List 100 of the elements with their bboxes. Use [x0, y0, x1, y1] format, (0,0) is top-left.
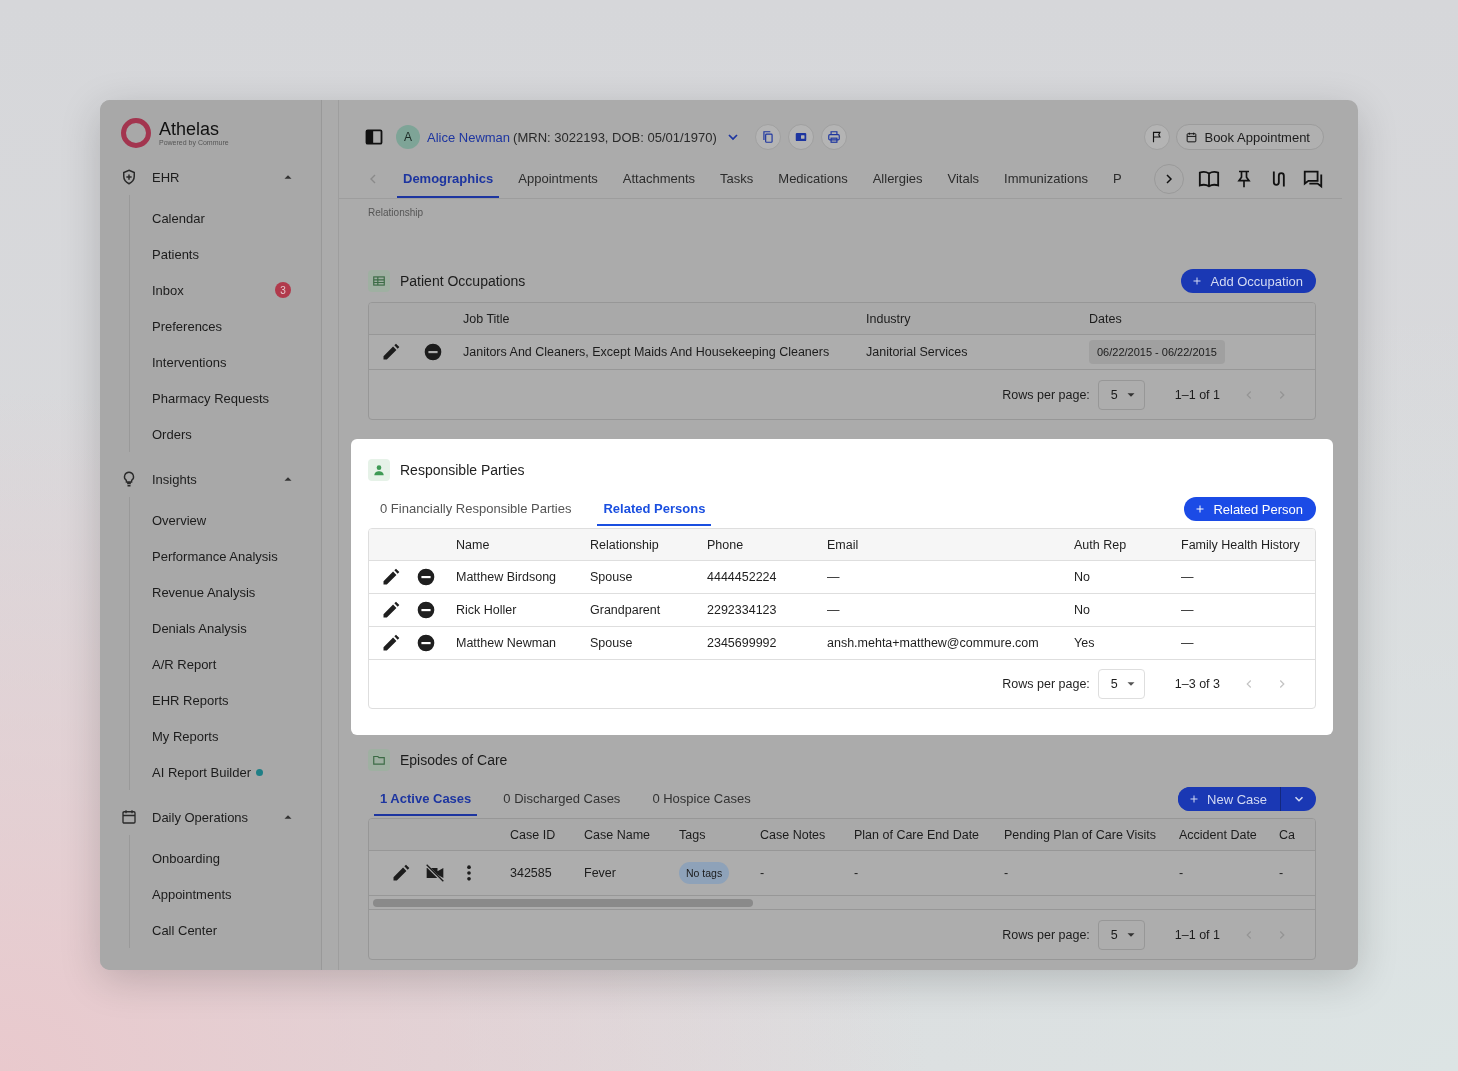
table-cell: Spouse [590, 570, 633, 584]
sidebar-item[interactable]: EHR Reports [130, 682, 321, 718]
record-tab[interactable]: Immunizations [998, 160, 1094, 198]
add-button[interactable]: Add Occupation [1181, 269, 1316, 293]
sidebar-item[interactable]: Performance Analysis [130, 538, 321, 574]
edit-icon[interactable] [391, 863, 411, 883]
edit-icon[interactable] [381, 567, 401, 587]
section-title: Patient Occupations [400, 273, 526, 289]
pin-icon[interactable] [1234, 169, 1254, 189]
table-cell: Janitors And Cleaners, Except Maids And Housekeeping Cleaners [463, 345, 830, 359]
sidebar-item[interactable]: Overview [130, 502, 321, 538]
column-header: Relationship [590, 537, 659, 552]
sidebar-item[interactable]: Pharmacy Requests [130, 380, 321, 416]
table-cell: - [854, 866, 859, 880]
book-icon[interactable] [1198, 168, 1220, 190]
table-cell: Fever [584, 866, 616, 880]
record-tab[interactable]: Allergies [866, 160, 929, 198]
table-cell: Grandparent [590, 603, 661, 617]
shield-icon [120, 168, 138, 186]
print-button[interactable] [820, 124, 847, 150]
sidebar-item[interactable]: Denials Analysis [130, 610, 321, 646]
edit-icon[interactable] [381, 633, 401, 653]
sidebar-item[interactable]: AI Report Builder [130, 754, 321, 790]
column-header: Dates [1089, 311, 1122, 326]
column-header: Case Name [584, 827, 650, 842]
sidebar-item[interactable]: Call Center [130, 912, 321, 948]
calendar-icon [1185, 130, 1199, 144]
sidebar-item[interactable]: Interventions [130, 344, 321, 380]
tag-chip: No tags [679, 862, 730, 884]
column-header: Phone [707, 537, 744, 552]
chat-icon[interactable] [1302, 168, 1324, 190]
table-cell: ansh.mehta+matthew@commure.com [827, 636, 1039, 650]
sidebar-section[interactable]: Daily Operations [100, 799, 321, 835]
table-cell: 2345699992 [707, 636, 777, 650]
edit-icon[interactable] [381, 342, 401, 362]
table-cell: 2292334123 [707, 603, 777, 617]
record-tab[interactable]: Vitals [941, 160, 986, 198]
camera-off-icon[interactable] [425, 863, 445, 883]
sidebar-item[interactable]: Orders [130, 416, 321, 452]
section-tab[interactable]: 0 Discharged Cases [497, 782, 627, 816]
copy-icon [760, 130, 775, 144]
flag-button[interactable] [1144, 124, 1171, 150]
page-range: 1–1 of 1 [1174, 387, 1220, 402]
sidebar-section[interactable]: Insights [100, 461, 321, 497]
rows-per-page-select[interactable]: 5 [1097, 379, 1145, 410]
column-header: Accident Date [1179, 827, 1257, 842]
sidebar-section[interactable]: EHR [100, 159, 321, 195]
section-tab[interactable]: 0 Financially Responsible Parties [374, 492, 578, 526]
sidebar-item[interactable]: Calendar [130, 200, 321, 236]
sidebar-toggle-icon[interactable] [364, 127, 384, 147]
sidebar-item[interactable]: Revenue Analysis [130, 574, 321, 610]
remove-icon[interactable] [423, 342, 443, 362]
record-tab[interactable]: Appointments [512, 160, 604, 198]
column-header: Plan of Care End Date [854, 827, 980, 842]
copy-button[interactable] [754, 124, 781, 150]
table-cell: 342585 [510, 866, 552, 880]
sidebar-item[interactable]: My Reports [130, 718, 321, 754]
table-cell: — [827, 603, 840, 617]
column-header: Email [827, 537, 859, 552]
rows-per-page-select[interactable]: 5 [1097, 919, 1145, 950]
patient-name-link[interactable]: Alice Newman [427, 129, 511, 145]
record-tab[interactable]: Medications [772, 160, 854, 198]
add-button[interactable]: Related Person [1184, 497, 1316, 521]
table-cell: Janitorial Services [866, 345, 968, 359]
wallet-button[interactable] [787, 124, 814, 150]
sidebar-item[interactable]: Onboarding [130, 840, 321, 876]
rows-per-page-select[interactable]: 5 [1097, 669, 1145, 699]
printer-icon [826, 130, 841, 144]
sidebar-item[interactable]: Preferences [130, 308, 321, 344]
column-header: Name [456, 537, 490, 552]
record-tab[interactable]: P [1106, 160, 1128, 198]
sidebar-item[interactable]: Inbox 3 [130, 272, 321, 308]
table-cell: Matthew Newman [456, 636, 557, 650]
table-cell: — [1181, 603, 1194, 617]
sidebar-item[interactable]: Patients [130, 236, 321, 272]
table-cell: — [1181, 570, 1194, 584]
remove-icon[interactable] [416, 633, 436, 653]
record-tab[interactable]: Attachments [616, 160, 702, 198]
remove-icon[interactable] [416, 567, 436, 587]
table-cell: Rick Holler [456, 603, 517, 617]
table-cell: - [1279, 866, 1284, 880]
section-tab[interactable]: 0 Hospice Cases [646, 782, 757, 816]
table-cell: - [760, 866, 765, 880]
table-cell: - [1004, 866, 1009, 880]
rows-per-page-label: Rows per page: [1002, 927, 1090, 942]
sidebar-item[interactable]: Appointments [130, 876, 321, 912]
column-header: Family Health History [1181, 537, 1300, 552]
table-cell: — [827, 570, 840, 584]
scrollbar-thumb[interactable] [373, 898, 753, 907]
record-tab[interactable]: Tasks [714, 160, 760, 198]
record-tab[interactable]: Demographics [397, 160, 500, 198]
remove-icon[interactable] [416, 600, 436, 620]
section-title: Responsible Parties [400, 462, 525, 478]
sidebar-item[interactable]: A/R Report [130, 646, 321, 682]
edit-icon[interactable] [381, 600, 401, 620]
section-tab[interactable]: Related Persons [597, 492, 712, 526]
book-appointment-button[interactable]: Book Appointment [1176, 124, 1324, 150]
plus-icon [1191, 275, 1204, 287]
date-range-chip: 06/22/2015 - 06/22/2015 [1089, 340, 1225, 364]
section-tab[interactable]: 1 Active Cases [374, 782, 478, 816]
